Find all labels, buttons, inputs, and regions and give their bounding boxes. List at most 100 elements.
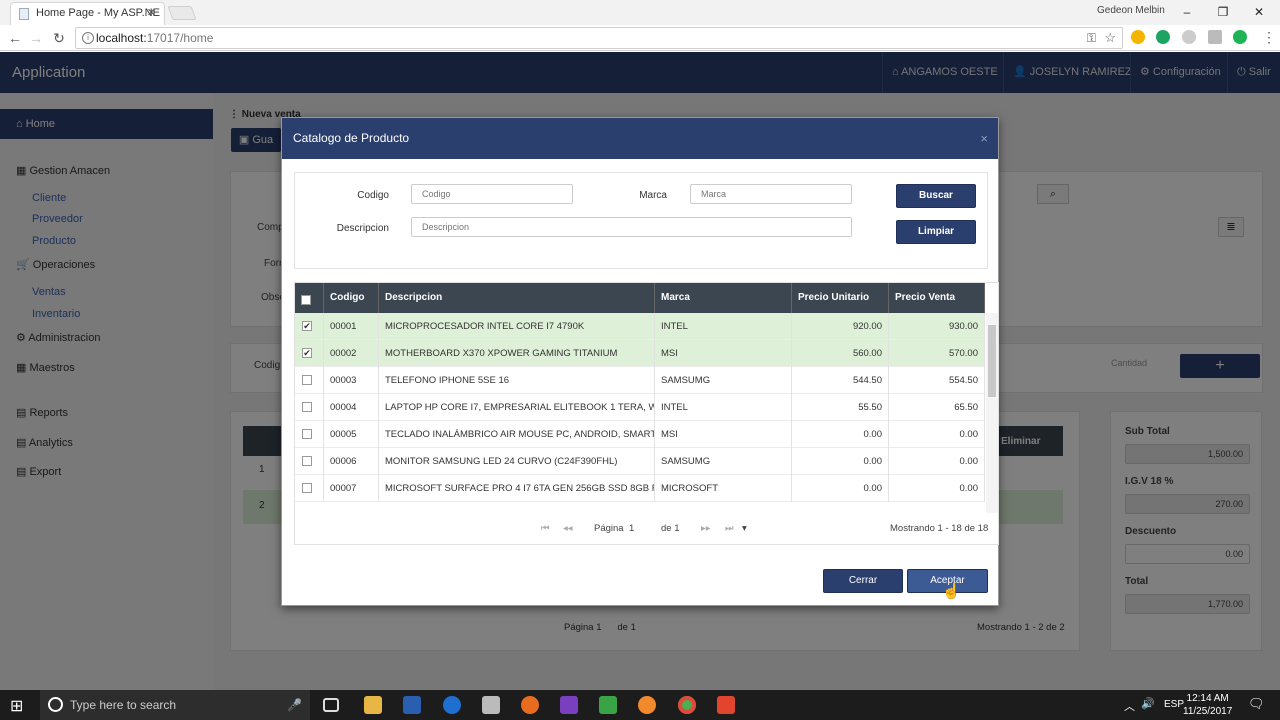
input-language[interactable]: ESP — [1164, 699, 1184, 710]
minimize-icon[interactable]: – — [1172, 2, 1202, 22]
grid-body: ✔ 00001 MICROPROCESADOR INTEL CORE I7 4790… — [295, 313, 985, 513]
url-text: localhost:17017/home — [96, 31, 213, 45]
camtasia-icon[interactable] — [599, 696, 617, 714]
row-select-cell — [295, 421, 324, 448]
cell-descripcion: LAPTOP HP CORE I7, EMPRESARIAL ELITEBOOK… — [379, 394, 655, 421]
cell-codigo: 00007 — [324, 475, 379, 502]
row-checkbox[interactable] — [302, 456, 312, 466]
row-checkbox[interactable]: ✔ — [302, 348, 312, 358]
table-row[interactable]: ✔ 00002 MOTHERBOARD X370 XPOWER GAMING TIT… — [295, 340, 985, 367]
app-icon[interactable] — [638, 696, 656, 714]
cell-precio-unitario: 0.00 — [792, 475, 889, 502]
info-icon[interactable]: i — [82, 32, 94, 44]
new-tab-button[interactable] — [167, 6, 197, 20]
buscar-button[interactable]: Buscar — [896, 184, 976, 208]
row-checkbox[interactable]: ✔ — [302, 321, 312, 331]
powershell-icon[interactable] — [403, 696, 421, 714]
extension-icon[interactable] — [1208, 30, 1222, 44]
table-row[interactable]: ✔ 00001 MICROPROCESADOR INTEL CORE I7 4790… — [295, 313, 985, 340]
edge-icon[interactable] — [443, 696, 461, 714]
extension-icon[interactable] — [1233, 30, 1247, 44]
pager-summary: Mostrando 1 - 18 de 18 — [890, 523, 989, 534]
cell-descripcion: MICROPROCESADOR INTEL CORE I7 4790K — [379, 313, 655, 340]
address-bar[interactable]: i localhost:17017/home ⚿ ☆ — [75, 27, 1123, 49]
col-precio-unitario[interactable]: Precio Unitario — [792, 283, 889, 313]
taskbar-search[interactable]: Type here to search 🎤 — [40, 690, 310, 720]
notifications-icon[interactable]: 🗨 — [1248, 696, 1265, 712]
table-row[interactable]: 00007 MICROSOFT SURFACE PRO 4 I7 6TA GEN … — [295, 475, 985, 502]
scrollbar-thumb[interactable] — [988, 325, 996, 397]
row-checkbox[interactable] — [302, 402, 312, 412]
table-row[interactable]: 00005 TECLADO INALÁMBRICO AIR MOUSE PC, A… — [295, 421, 985, 448]
forward-icon[interactable]: → — [27, 29, 45, 47]
table-row[interactable]: 00004 LAPTOP HP CORE I7, EMPRESARIAL ELIT… — [295, 394, 985, 421]
extension-icon[interactable] — [1182, 30, 1196, 44]
star-icon[interactable]: ☆ — [1104, 30, 1116, 46]
cell-marca: INTEL — [655, 394, 792, 421]
row-checkbox[interactable] — [302, 429, 312, 439]
clock-time: 12:14 AM — [1186, 693, 1229, 704]
next-page-icon[interactable]: ▸▸ — [701, 523, 711, 534]
windows-start-icon[interactable]: ⊞ — [10, 696, 23, 716]
microphone-icon[interactable]: 🎤 — [287, 690, 302, 720]
modal-header: Catalogo de Producto × — [282, 118, 998, 159]
marca-label: Marca — [639, 190, 667, 201]
close-window-icon[interactable]: ✕ — [1244, 2, 1274, 22]
cell-codigo: 00004 — [324, 394, 379, 421]
app-icon[interactable] — [482, 696, 500, 714]
back-icon[interactable]: ← — [6, 29, 24, 47]
col-descripcion[interactable]: Descripcion — [379, 283, 655, 313]
profile-name[interactable]: Gedeon Melbin — [1097, 5, 1165, 16]
recorder-icon[interactable] — [717, 696, 735, 714]
page-size-dropdown-icon[interactable]: ▾ — [742, 523, 747, 534]
table-row[interactable]: 00003 TELEFONO IPHONE 5SE 16 SAMSUMG 544.50… — [295, 367, 985, 394]
menu-icon[interactable]: ⋮ — [1262, 29, 1276, 46]
prev-page-icon[interactable]: ◂◂ — [563, 523, 573, 534]
reload-icon[interactable]: ↻ — [50, 29, 68, 47]
volume-icon[interactable]: 🔊 — [1141, 697, 1155, 710]
grid-scrollbar[interactable] — [986, 313, 998, 513]
codigo-input[interactable] — [411, 184, 573, 204]
select-all-checkbox[interactable] — [301, 295, 311, 305]
task-view-icon[interactable] — [323, 698, 339, 712]
restore-icon[interactable]: ❐ — [1208, 2, 1238, 22]
cell-precio-venta: 554.50 — [889, 367, 985, 394]
browser-tab[interactable]: Home Page - My ASP.NE ✕ — [10, 2, 165, 25]
modal-footer: Cerrar Aceptar ☝ — [282, 558, 998, 605]
table-row[interactable]: 00006 MONITOR SAMSUNG LED 24 CURVO (C24F3… — [295, 448, 985, 475]
row-select-cell — [295, 475, 324, 502]
modal-title: Catalogo de Producto — [293, 131, 410, 145]
browser-toolbar: ← → ↻ i localhost:17017/home ⚿ ☆ ⋮ — [0, 25, 1280, 51]
row-checkbox[interactable] — [302, 375, 312, 385]
descripcion-input[interactable] — [411, 217, 852, 237]
col-codigo[interactable]: Codigo — [324, 283, 379, 313]
chrome-icon[interactable] — [678, 696, 696, 714]
firefox-icon[interactable] — [521, 696, 539, 714]
extension-icon[interactable] — [1156, 30, 1170, 44]
close-tab-icon[interactable]: ✕ — [147, 3, 156, 24]
cell-codigo: 00001 — [324, 313, 379, 340]
first-page-icon[interactable]: ⏮ — [541, 523, 550, 534]
key-icon[interactable]: ⚿ — [1087, 31, 1096, 46]
cerrar-button[interactable]: Cerrar — [823, 569, 903, 593]
marca-input[interactable] — [690, 184, 852, 204]
pager-page-input[interactable]: 1 — [629, 523, 634, 534]
cell-marca: MSI — [655, 421, 792, 448]
cell-precio-venta: 0.00 — [889, 448, 985, 475]
visual-studio-icon[interactable] — [560, 696, 578, 714]
tray-chevron-icon[interactable]: ︿ — [1124, 698, 1135, 714]
col-precio-venta[interactable]: Precio Venta — [889, 283, 985, 313]
tab-title: Home Page - My ASP.NE — [36, 7, 160, 19]
row-select-cell: ✔ — [295, 340, 324, 367]
extension-icon[interactable] — [1131, 30, 1145, 44]
cell-precio-venta: 570.00 — [889, 340, 985, 367]
cell-codigo: 00003 — [324, 367, 379, 394]
file-explorer-icon[interactable] — [364, 696, 382, 714]
limpiar-button[interactable]: Limpiar — [896, 220, 976, 244]
windows-taskbar: ⊞ Type here to search 🎤 ︿ 🔊 ESP 12:14 AM… — [0, 690, 1280, 720]
row-checkbox[interactable] — [302, 483, 312, 493]
last-page-icon[interactable]: ⏭ — [725, 523, 734, 534]
close-icon[interactable]: × — [980, 118, 988, 159]
col-marca[interactable]: Marca — [655, 283, 792, 313]
taskbar-clock[interactable]: 12:14 AM 11/25/2017 — [1183, 692, 1232, 718]
